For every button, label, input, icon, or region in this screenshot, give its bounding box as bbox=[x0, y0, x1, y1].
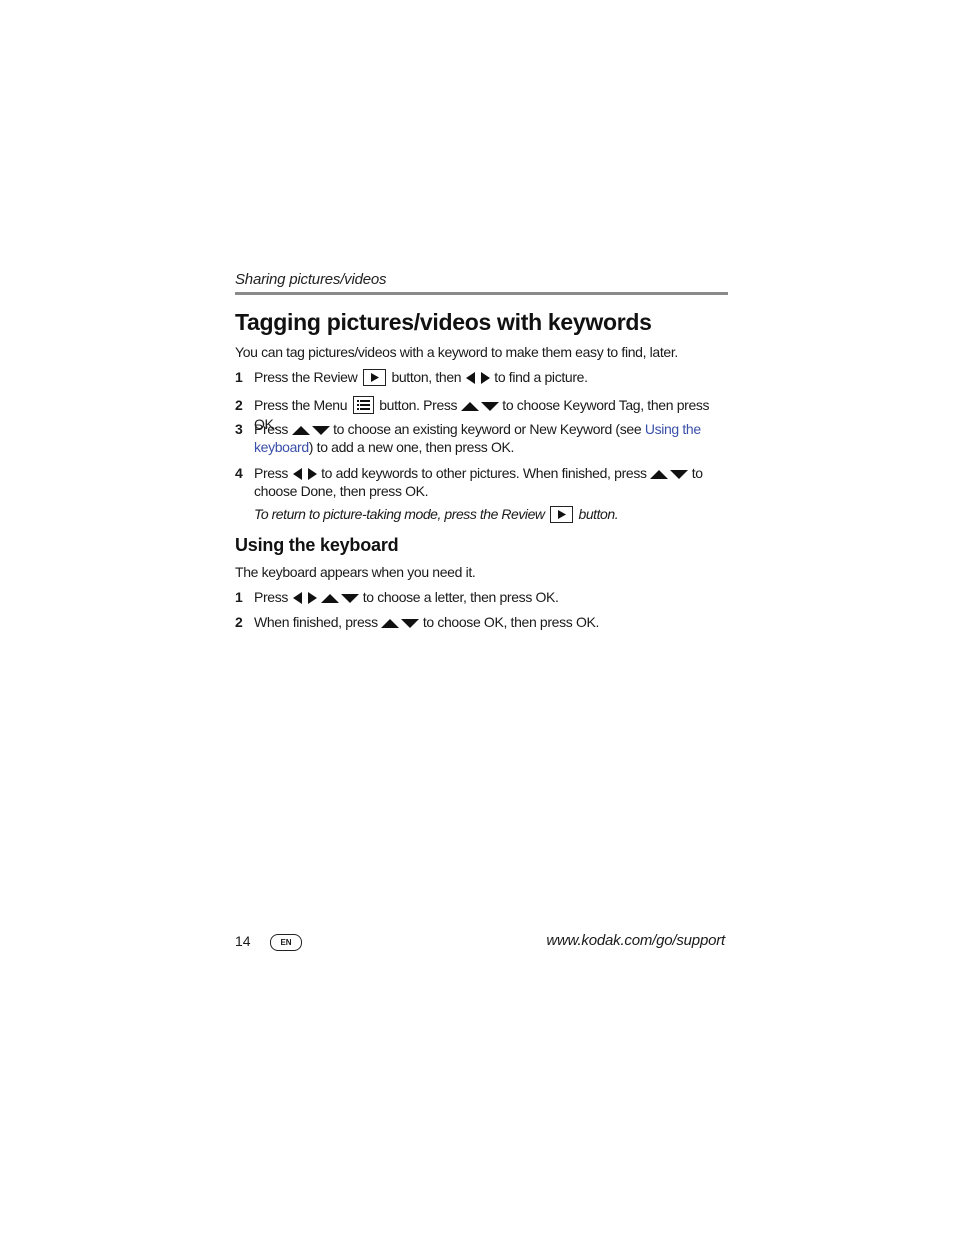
left-right-arrows-icon bbox=[292, 591, 318, 605]
step-text: to add keywords to other pictures. When … bbox=[321, 465, 647, 481]
page-number: 14 bbox=[235, 933, 251, 949]
step-1: 1 Press the Review button, then to find … bbox=[235, 368, 728, 387]
up-down-arrows-icon bbox=[291, 424, 330, 436]
menu-button-icon bbox=[352, 396, 374, 415]
step-text: button. Press bbox=[379, 397, 458, 413]
running-head: Sharing pictures/videos bbox=[235, 271, 387, 288]
keyboard-step-2: 2 When finished, press to choose OK, the… bbox=[235, 613, 728, 631]
step-text: to find a picture. bbox=[494, 369, 588, 385]
review-button-icon bbox=[362, 368, 386, 386]
note-text: To return to picture-taking mode, press … bbox=[254, 506, 545, 522]
review-button-icon bbox=[550, 505, 574, 523]
up-down-arrows-icon bbox=[381, 617, 420, 629]
step-4: 4 Press to add keywords to other picture… bbox=[235, 464, 728, 500]
header-rule bbox=[235, 292, 728, 295]
section-heading-keyboard: Using the keyboard bbox=[235, 535, 399, 555]
note-text: button. bbox=[578, 506, 619, 522]
keyboard-intro: The keyboard appears when you need it. bbox=[235, 564, 476, 580]
step-text: Press bbox=[254, 421, 289, 437]
step-3: 3 Press to choose an existing keyword or… bbox=[235, 420, 728, 456]
step-number: 3 bbox=[235, 421, 243, 437]
step-text: Press the Review bbox=[254, 369, 358, 385]
step-text: Press bbox=[254, 465, 289, 481]
step-number: 2 bbox=[235, 397, 243, 413]
step-text: Press the Menu bbox=[254, 397, 348, 413]
intro-text: You can tag pictures/videos with a keywo… bbox=[235, 344, 678, 360]
step-text: button, then bbox=[391, 369, 462, 385]
return-note: To return to picture-taking mode, press … bbox=[254, 505, 619, 524]
step-text: ) to add a new one, then press OK. bbox=[308, 439, 515, 455]
step-number: 2 bbox=[235, 614, 243, 630]
page-title: Tagging pictures/videos with keywords bbox=[235, 309, 652, 335]
step-text: to choose an existing keyword or New Key… bbox=[333, 421, 642, 437]
up-down-arrows-icon bbox=[460, 400, 499, 412]
step-number: 1 bbox=[235, 589, 243, 605]
support-url[interactable]: www.kodak.com/go/support bbox=[546, 932, 725, 949]
step-number: 4 bbox=[235, 465, 243, 481]
up-down-arrows-icon bbox=[321, 592, 360, 604]
left-right-arrows-icon bbox=[292, 467, 318, 481]
step-text: Press bbox=[254, 589, 289, 605]
step-number: 1 bbox=[235, 369, 243, 385]
step-text: to choose OK, then press OK. bbox=[422, 614, 600, 630]
up-down-arrows-icon bbox=[650, 468, 689, 480]
step-text: When finished, press bbox=[254, 614, 378, 630]
left-right-arrows-icon bbox=[465, 371, 491, 385]
language-badge: EN bbox=[270, 934, 302, 951]
step-text: to choose a letter, then press OK. bbox=[362, 589, 559, 605]
keyboard-step-1: 1 Press to choose a letter, then press O… bbox=[235, 588, 728, 606]
